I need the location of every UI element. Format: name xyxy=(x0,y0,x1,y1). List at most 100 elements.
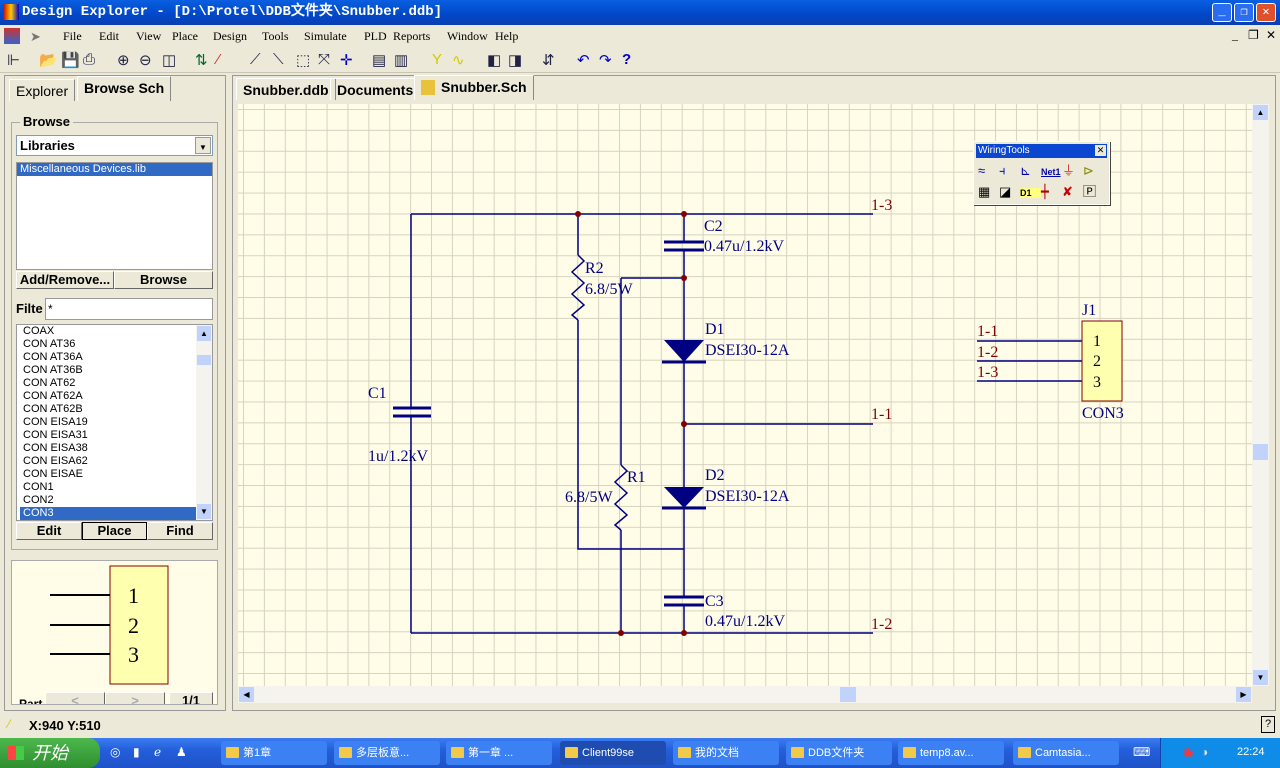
scroll-thumb[interactable] xyxy=(840,687,856,702)
net-label-j1-2: 1-2 xyxy=(977,344,998,361)
ie-icon[interactable]: ℯ xyxy=(154,745,161,759)
junction xyxy=(681,275,687,281)
d1-symbol xyxy=(664,340,704,362)
taskbar-item-label: Camtasia... xyxy=(1035,747,1091,759)
junction xyxy=(681,421,687,427)
wire-tool-icon[interactable]: ≈ xyxy=(978,163,999,178)
status-bar: ⁄ X:940 Y:510 ? xyxy=(0,713,1280,738)
bus-entry-icon[interactable]: ⊾ xyxy=(1020,163,1041,179)
j1-pin: 3 xyxy=(1093,374,1101,391)
schematic-drawing: C1 1u/1.2kV C2 0.47u/1.2kV C3 0.47u/1.2k… xyxy=(368,197,1124,636)
net-label-j1-3: 1-3 xyxy=(977,364,998,381)
bus-tool-icon[interactable]: ⫞ xyxy=(999,163,1020,179)
quicklaunch-icon[interactable]: ▮ xyxy=(133,745,140,759)
part-tool-icon[interactable]: ▦ xyxy=(978,184,999,200)
c1-value: 1u/1.2kV xyxy=(368,448,428,465)
start-label: 开始 xyxy=(32,743,68,763)
r2-value: 6.8/5W xyxy=(585,281,633,298)
r1-value: 6.8/5W xyxy=(565,489,613,506)
net-label-1-1: 1-1 xyxy=(871,406,892,423)
taskbar-item-label: 我的文档 xyxy=(695,747,739,759)
scroll-thumb[interactable] xyxy=(1253,444,1268,460)
c3-ref: C3 xyxy=(705,593,724,610)
taskbar-item[interactable]: 我的文档 xyxy=(673,741,779,765)
taskbar-item[interactable]: temp8.av... xyxy=(898,741,1004,765)
quicklaunch-icon[interactable]: ◎ xyxy=(110,745,120,759)
taskbar-item[interactable]: DDB文件夹 xyxy=(786,741,892,765)
coordinates: X:940 Y:510 xyxy=(29,718,101,733)
help-icon[interactable]: ? xyxy=(1261,716,1275,733)
keyboard-icon[interactable]: ⌨ xyxy=(1133,745,1150,759)
window-icon xyxy=(565,747,578,758)
junction xyxy=(681,211,687,217)
r2-symbol xyxy=(570,254,586,321)
scroll-up-icon[interactable]: ▲ xyxy=(1253,105,1268,120)
window-icon xyxy=(678,747,691,758)
junction xyxy=(575,211,581,217)
j1-pin: 2 xyxy=(1093,353,1101,370)
c2-ref: C2 xyxy=(704,218,723,235)
d1-ref: D1 xyxy=(705,321,725,338)
window-icon xyxy=(226,747,239,758)
pcb-directive-icon[interactable]: 🄿 xyxy=(1083,181,1104,200)
ground-icon[interactable]: ⏚ xyxy=(1062,160,1083,179)
start-button[interactable]: 开始 xyxy=(0,738,100,768)
taskbar-item-label: Client99se xyxy=(582,747,634,759)
window-icon xyxy=(339,747,352,758)
c1-ref: C1 xyxy=(368,385,387,402)
d2-symbol xyxy=(664,487,704,508)
c2-symbol xyxy=(664,240,704,252)
c1-symbol xyxy=(393,406,431,418)
j1-ref: J1 xyxy=(1082,302,1096,319)
net-label-j1-1: 1-1 xyxy=(977,323,998,340)
taskbar-item[interactable]: Camtasia... xyxy=(1013,741,1119,765)
system-tray: ◉ ◑ 22:24 xyxy=(1160,738,1280,768)
c2-value: 0.47u/1.2kV xyxy=(704,238,784,255)
r1-symbol xyxy=(613,464,629,531)
taskbar-item-label: DDB文件夹 xyxy=(808,747,865,759)
scroll-left-icon[interactable]: ◀ xyxy=(239,687,254,702)
port-tool-icon[interactable]: D1 xyxy=(1020,188,1041,198)
taskbar-item-label: 多层板意... xyxy=(356,747,410,759)
taskbar-item[interactable]: 多层板意... xyxy=(334,741,440,765)
vertical-scrollbar[interactable]: ▲ ▼ xyxy=(1252,104,1269,686)
horizontal-scrollbar[interactable]: ◀ ▶ xyxy=(238,686,1252,703)
d2-value: DSEI30-12A xyxy=(705,488,790,505)
palette-title: WiringTools xyxy=(978,145,1030,156)
clock: 22:24 xyxy=(1237,746,1265,758)
tray-icon[interactable]: ◑ xyxy=(1201,745,1208,759)
sheet-symbol-icon[interactable]: ◪ xyxy=(999,184,1020,200)
taskbar-item[interactable]: 第一章 ... xyxy=(446,741,552,765)
taskbar-item-label: 第1章 xyxy=(243,747,272,759)
junction xyxy=(681,630,687,636)
r2-ref: R2 xyxy=(585,260,604,277)
junction-tool-icon[interactable]: ┿ xyxy=(1041,184,1062,200)
d1-value: DSEI30-12A xyxy=(705,342,790,359)
net-label-icon[interactable]: Net1 xyxy=(1041,167,1062,177)
net-label-1-3: 1-3 xyxy=(871,197,892,214)
taskbar-item-label: temp8.av... xyxy=(920,747,974,759)
taskbar-item[interactable]: Client99se xyxy=(560,741,666,765)
close-icon[interactable]: ✕ xyxy=(1095,145,1106,156)
scroll-down-icon[interactable]: ▼ xyxy=(1253,670,1268,685)
tray-icon[interactable]: ◉ xyxy=(1183,745,1193,759)
window-icon xyxy=(903,747,916,758)
d2-ref: D2 xyxy=(705,467,725,484)
scroll-right-icon[interactable]: ▶ xyxy=(1236,687,1251,702)
junction xyxy=(618,630,624,636)
cursor-icon: ⁄ xyxy=(8,717,11,731)
taskbar-item[interactable]: 第1章 xyxy=(221,741,327,765)
j1-value: CON3 xyxy=(1082,405,1124,422)
net-label-1-2: 1-2 xyxy=(871,616,892,633)
j1-pin: 1 xyxy=(1093,333,1101,350)
windows-logo-icon xyxy=(8,746,24,760)
taskbar: 开始 ◎ ▮ ℯ ♟ 第1章 多层板意... 第一章 ... Client99se 我的… xyxy=(0,738,1280,768)
wiring-tools-palette[interactable]: WiringTools ✕ ≈ ⫞ ⊾ Net1⏚ ⊳ ▦ ◪ D1 ┿ ✘ 🄿 xyxy=(973,141,1110,205)
qq-icon[interactable]: ♟ xyxy=(176,745,187,759)
c3-value: 0.47u/1.2kV xyxy=(705,613,785,630)
palette-titlebar[interactable]: WiringTools ✕ xyxy=(976,144,1107,158)
j1-body[interactable] xyxy=(1081,320,1123,402)
taskbar-item-label: 第一章 ... xyxy=(468,747,514,759)
no-erc-icon[interactable]: ✘ xyxy=(1062,184,1083,200)
power-port-icon[interactable]: ⊳ xyxy=(1083,163,1104,179)
